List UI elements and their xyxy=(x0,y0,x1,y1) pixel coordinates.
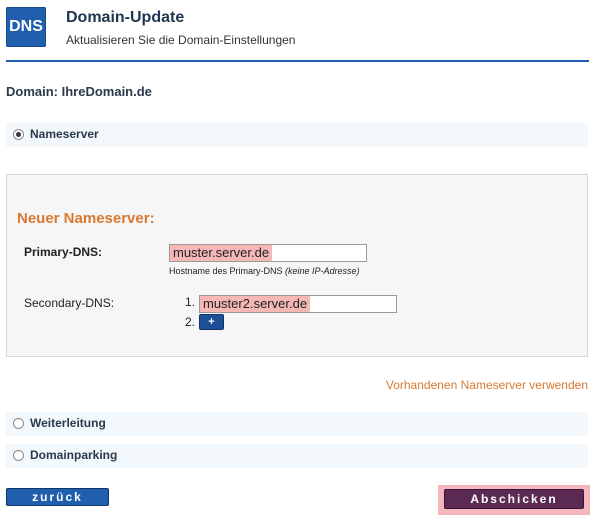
domainparking-radio[interactable] xyxy=(13,450,24,461)
primary-dns-input[interactable]: muster.server.de xyxy=(169,244,367,262)
header-divider xyxy=(6,60,589,62)
secondary-dns-value-1: muster2.server.de xyxy=(200,296,311,312)
dns-logo: DNS xyxy=(6,7,46,47)
nameserver-label: Nameserver xyxy=(30,127,99,141)
back-button[interactable]: zurück xyxy=(6,488,109,506)
domain-label: Domain: IhreDomain.de xyxy=(6,84,152,99)
secondary-dns-input-1[interactable]: muster2.server.de xyxy=(199,295,397,313)
panel-title: Neuer Nameserver: xyxy=(17,210,155,227)
weiterleitung-radio[interactable] xyxy=(13,418,24,429)
page-header: DNS Domain-Update Aktualisieren Sie die … xyxy=(0,0,596,62)
submit-button[interactable]: Abschicken xyxy=(444,489,584,509)
primary-dns-hint: Hostname des Primary-DNS (keine IP-Adres… xyxy=(169,266,360,276)
weiterleitung-label: Weiterleitung xyxy=(30,416,106,430)
secondary-dns-label: Secondary-DNS: xyxy=(24,296,115,310)
page-subtitle: Aktualisieren Sie die Domain-Einstellung… xyxy=(66,33,296,47)
option-weiterleitung[interactable]: Weiterleitung xyxy=(6,412,588,436)
domainparking-label: Domainparking xyxy=(30,448,118,462)
secondary-dns-number-2: 2. xyxy=(185,315,196,329)
primary-dns-value: muster.server.de xyxy=(170,245,273,261)
nameserver-panel: Neuer Nameserver: Primary-DNS: muster.se… xyxy=(6,174,588,357)
add-secondary-dns-button[interactable]: + xyxy=(199,314,224,330)
option-domainparking[interactable]: Domainparking xyxy=(6,444,588,468)
secondary-dns-number-1: 1. xyxy=(185,295,196,309)
option-nameserver[interactable]: Nameserver xyxy=(6,123,588,147)
use-existing-nameserver-link[interactable]: Vorhandenen Nameserver verwenden xyxy=(386,378,588,392)
page-title: Domain-Update xyxy=(66,9,185,26)
primary-dns-label: Primary-DNS: xyxy=(24,245,103,259)
submit-highlight: Abschicken xyxy=(438,485,590,515)
nameserver-radio[interactable] xyxy=(13,129,24,140)
